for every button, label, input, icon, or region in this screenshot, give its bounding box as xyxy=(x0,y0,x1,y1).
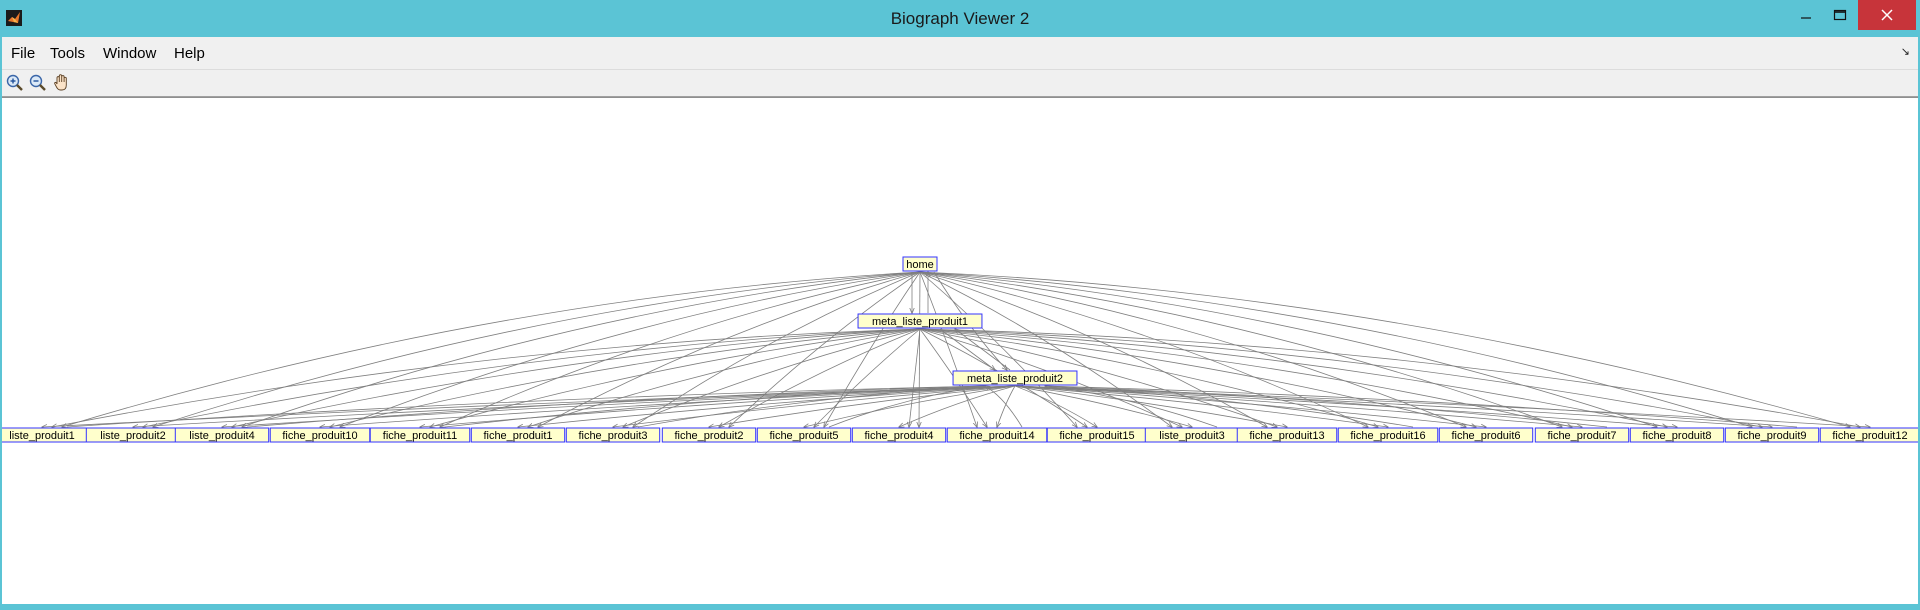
node-fiche-produit7[interactable]: fiche_produit7 xyxy=(1534,427,1630,443)
node-fiche-produit13[interactable]: fiche_produit13 xyxy=(1236,427,1338,443)
graph-edge xyxy=(729,271,921,427)
node-fiche-produit8[interactable]: fiche_produit8 xyxy=(1629,427,1725,443)
node-label: fiche_produit12 xyxy=(1832,430,1907,442)
node-fiche-produit5[interactable]: fiche_produit5 xyxy=(756,427,852,443)
close-button[interactable] xyxy=(1858,0,1916,30)
node-fiche-produit12[interactable]: fiche_produit12 xyxy=(1819,427,1918,443)
node-liste-produit4[interactable]: liste_produit4 xyxy=(174,427,270,443)
zoom-out-icon[interactable] xyxy=(27,72,49,94)
node-fiche-produit1[interactable]: fiche_produit1 xyxy=(470,427,566,443)
window-bottom-border xyxy=(0,604,1920,610)
menu-bar: File Tools Window Help ↘ xyxy=(2,37,1918,70)
node-label: home xyxy=(906,259,934,271)
node-meta-liste-produit1[interactable]: meta_liste_produit1 xyxy=(857,313,983,329)
node-label: fiche_produit16 xyxy=(1350,430,1425,442)
menu-window[interactable]: Window xyxy=(103,45,156,62)
node-label: meta_liste_produit2 xyxy=(967,373,1063,385)
node-label: fiche_produit15 xyxy=(1059,430,1134,442)
minimize-button[interactable] xyxy=(1788,0,1824,30)
title-bar[interactable]: Biograph Viewer 2 xyxy=(0,0,1920,37)
graph-edge xyxy=(985,386,1023,428)
node-label: liste_produit2 xyxy=(100,430,165,442)
node-liste-produit1[interactable]: liste_produit1 xyxy=(2,427,90,443)
graph-canvas[interactable]: home meta_liste_produit1 meta_liste_produi… xyxy=(2,97,1918,605)
menu-help[interactable]: Help xyxy=(174,45,205,62)
node-fiche-produit16[interactable]: fiche_produit16 xyxy=(1337,427,1439,443)
node-label: liste_produit4 xyxy=(189,430,254,442)
node-label: fiche_produit3 xyxy=(578,430,647,442)
node-label: fiche_produit14 xyxy=(959,430,1034,442)
node-label: liste_produit3 xyxy=(1159,430,1224,442)
menu-file[interactable]: File xyxy=(11,45,35,62)
node-label: fiche_produit9 xyxy=(1737,430,1806,442)
graph-edge xyxy=(440,271,921,427)
node-fiche-produit9[interactable]: fiche_produit9 xyxy=(1724,427,1820,443)
node-fiche-produit3[interactable]: fiche_produit3 xyxy=(565,427,661,443)
node-label: fiche_produit13 xyxy=(1249,430,1324,442)
node-label: meta_liste_produit1 xyxy=(872,316,968,328)
node-fiche-produit4[interactable]: fiche_produit4 xyxy=(851,427,947,443)
node-fiche-produit14[interactable]: fiche_produit14 xyxy=(946,427,1048,443)
node-label: fiche_produit1 xyxy=(483,430,552,442)
window-title: Biograph Viewer 2 xyxy=(890,9,1030,28)
pan-hand-icon[interactable] xyxy=(51,72,73,94)
node-label: fiche_produit11 xyxy=(383,430,457,442)
menu-tools[interactable]: Tools xyxy=(50,45,85,62)
node-label: fiche_produit4 xyxy=(864,430,933,442)
node-label: fiche_produit8 xyxy=(1642,430,1711,442)
dock-arrow-icon[interactable]: ↘ xyxy=(1901,45,1910,58)
node-label: fiche_produit5 xyxy=(769,430,838,442)
node-home[interactable]: home xyxy=(902,256,938,272)
node-fiche-produit6[interactable]: fiche_produit6 xyxy=(1438,427,1534,443)
node-label: fiche_produit7 xyxy=(1547,430,1616,442)
zoom-in-icon[interactable] xyxy=(4,72,26,94)
node-liste-produit2[interactable]: liste_produit2 xyxy=(85,427,181,443)
close-icon xyxy=(1881,9,1893,21)
biograph-graph[interactable]: home meta_liste_produit1 meta_liste_produi… xyxy=(2,98,1918,605)
maximize-button[interactable] xyxy=(1822,0,1858,30)
node-liste-produit3[interactable]: liste_produit3 xyxy=(1144,427,1240,443)
node-meta-liste-produit2[interactable]: meta_liste_produit2 xyxy=(952,370,1078,386)
node-fiche-produit2[interactable]: fiche_produit2 xyxy=(661,427,757,443)
minimize-icon xyxy=(1801,17,1811,19)
graph-edge xyxy=(919,271,920,427)
toolbar xyxy=(2,70,1918,97)
graph-edge xyxy=(430,328,921,427)
maximize-icon xyxy=(1833,9,1847,21)
node-label: fiche_produit10 xyxy=(282,430,357,442)
node-label: liste_produit1 xyxy=(9,430,74,442)
biograph-viewer-window: Biograph Viewer 2 File Tools Window Help… xyxy=(0,0,1920,610)
graph-edge xyxy=(909,328,921,427)
node-fiche-produit15[interactable]: fiche_produit15 xyxy=(1046,427,1148,443)
graph-edge xyxy=(997,385,1016,427)
node-label: fiche_produit2 xyxy=(674,430,743,442)
node-fiche-produit10[interactable]: fiche_produit10 xyxy=(269,427,371,443)
node-fiche-produit11[interactable]: fiche_produit11 xyxy=(369,427,471,443)
graph-edge xyxy=(719,328,921,427)
node-label: fiche_produit6 xyxy=(1451,430,1520,442)
